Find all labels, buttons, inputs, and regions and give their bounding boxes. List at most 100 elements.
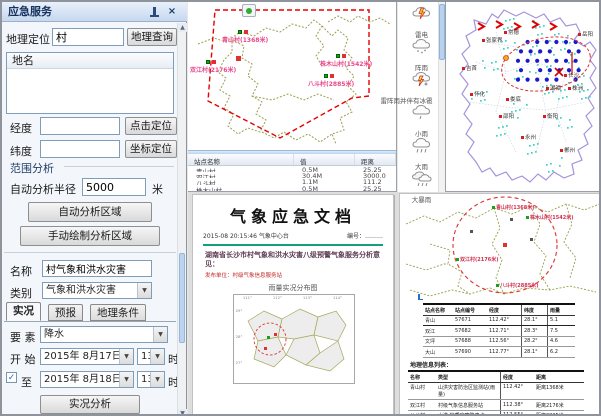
close-icon[interactable]: ×	[166, 6, 178, 18]
click-locate-button[interactable]: 点击定位	[125, 117, 177, 135]
city-label: 株洲	[568, 84, 583, 92]
document-page-1[interactable]: 气象应急文档 2015-08 20:15:46 气象中心台 编号：……… 湖南省…	[192, 194, 394, 416]
range-group-label: 范围分析	[10, 160, 54, 176]
auto-region-button[interactable]: 自动分析区域	[28, 202, 152, 222]
station-icon	[336, 54, 340, 58]
chevron-down-icon[interactable]: ▼	[119, 372, 133, 387]
tab-live[interactable]: 实况	[6, 302, 41, 321]
document-page-2[interactable]: 青山村(1368米)株木山村(1542米)双江村(2176米)八斗村(2885米…	[399, 193, 601, 416]
station-icon	[492, 206, 495, 209]
factor-label: 要 素	[10, 329, 36, 345]
city-dot-icon	[499, 115, 502, 118]
city-label: 娄底	[506, 95, 521, 103]
rainfall-figure: 111° 112° 113° 114° 29° 28° 27°	[233, 294, 355, 384]
chevron-down-icon[interactable]: ▼	[150, 349, 164, 364]
city-dot-icon	[578, 33, 581, 36]
station-label: 青山村(1368米)	[492, 204, 535, 211]
table-header: 站点名称站点编号经度纬度雨量	[423, 305, 575, 316]
manual-region-button[interactable]: 手动绘制分析区域	[20, 226, 160, 246]
tab-forecast[interactable]: 预报	[48, 304, 83, 321]
scrollbar-thumb[interactable]	[179, 253, 185, 343]
end-label: 至	[21, 374, 32, 390]
end-date-select[interactable]: 2015年 8月18日 ▼	[40, 371, 134, 388]
city-label: 湘潭	[546, 84, 561, 92]
thunder-icon	[410, 4, 433, 22]
radius-input[interactable]	[82, 178, 146, 196]
pin-icon[interactable]	[148, 6, 160, 18]
station-table[interactable]: 站点名称值距离青山村0.5M25.25双江村30.4M3000.0八斗村1.1M…	[188, 154, 396, 192]
coord-locate-button[interactable]: 坐标定位	[125, 140, 177, 158]
city-label-layer: 张家界吉首怀化常德岳阳长沙湘潭株洲娄底邵阳衡阳永州郴州	[446, 2, 601, 192]
table-row[interactable]: 株木山村0.5M25.25	[188, 185, 396, 191]
table-row: 双江村村级气象信息服务站112.38°距离2176米	[408, 400, 584, 411]
shower-icon	[410, 37, 433, 55]
city-dot-icon	[546, 87, 549, 90]
geolocate-label: 地理定位	[6, 31, 50, 47]
panel-scrollbar[interactable]: ▲ ▼	[177, 23, 186, 416]
city-label: 怀化	[470, 90, 485, 98]
chevron-down-icon[interactable]: ▼	[137, 283, 151, 298]
place-list[interactable]: 地名	[6, 52, 174, 114]
table-header: 名称类型经度距离	[408, 372, 584, 383]
alert-icon	[244, 30, 248, 34]
app-window: 应急服务 × 地理定位 地理查询 地名 经度 点击定位 纬度 坐标定位 范围分析…	[0, 0, 601, 416]
scrollbar-thumb[interactable]	[439, 4, 445, 60]
analysis-map[interactable]: 青山村(1368米)双江村(2176米)八斗村(2885米)株木山村(1542米…	[188, 2, 397, 192]
geolocate-input[interactable]	[52, 28, 124, 46]
scroll-down-icon[interactable]: ▼	[178, 409, 187, 416]
station-label: 八斗村(2885米)	[308, 79, 354, 88]
doc-datetime: 2015-08 20:15:46 气象中心台	[203, 231, 289, 240]
place-list-header: 地名	[7, 53, 173, 69]
scroll-up-icon[interactable]: ▲	[178, 23, 187, 32]
table-row: 八斗村山洪·地质灾害隐患点112.55°距离2885米	[408, 411, 584, 416]
radius-unit: 米	[152, 181, 163, 197]
city-dot-icon	[564, 74, 567, 77]
station-layer: 青山村(1368米)双江村(2176米)八斗村(2885米)株木山村(1542米…	[188, 2, 397, 150]
station-icon	[206, 60, 210, 64]
city-dot-icon	[462, 67, 465, 70]
station-icon	[496, 284, 499, 287]
city-label: 岳阳	[578, 30, 593, 38]
weather-label: 大暴雨	[412, 194, 432, 204]
geo-info-note: 地理信息列表：	[410, 360, 452, 369]
doc-paragraph: 湖南省长沙市村气象和洪水灾害八级预警气象服务分析意见：	[205, 251, 383, 269]
chevron-down-icon[interactable]: ▼	[153, 327, 167, 342]
city-dot-icon	[482, 39, 485, 42]
station-icon	[456, 258, 459, 261]
name-input[interactable]	[42, 260, 152, 277]
city-label: 吉首	[462, 64, 477, 72]
station-label: 双江村(2176米)	[456, 256, 499, 263]
latitude-input[interactable]	[40, 140, 120, 158]
end-hour-select[interactable]: 13 ▼	[137, 371, 165, 388]
figure-caption: 雨量实况分布图	[193, 283, 393, 293]
city-label: 张家界	[482, 36, 503, 44]
station-label: 双江村(2176米)	[190, 65, 236, 74]
weather-symbol-list[interactable]: 雷电阵雨雷阵雨并伴有冰雹小雨大雨大暴雨	[398, 2, 446, 192]
city-dot-icon	[470, 93, 473, 96]
station-info-table: 站点名称站点编号经度纬度雨量青山57671112.42°28.1°5.1双江57…	[423, 303, 575, 358]
tab-geo-condition[interactable]: 地理条件	[90, 304, 146, 321]
chevron-down-icon[interactable]: ▼	[150, 372, 164, 387]
category-select[interactable]: 气象和洪水灾害 ▼	[42, 282, 152, 299]
station-label: 青山村(1368米)	[222, 35, 268, 44]
anchor-icon	[418, 294, 423, 300]
end-time-checkbox[interactable]: ✓	[6, 372, 17, 383]
station-label: 株木山村(1542米)	[526, 214, 574, 221]
start-hour-select[interactable]: 13 ▼	[137, 348, 165, 365]
factor-select[interactable]: 降水 ▼	[40, 326, 168, 343]
city-label: 常德	[504, 28, 519, 36]
start-date-select[interactable]: 2015年 8月17日 ▼	[40, 348, 134, 365]
rainstorm-icon	[410, 169, 433, 187]
table-row: 青山村山洪灾害防治区监测站(雨量)112.42°距离1368米	[408, 383, 584, 401]
run-analysis-button[interactable]: 实况分析	[40, 395, 140, 414]
chevron-down-icon[interactable]: ▼	[119, 349, 133, 364]
city-dot-icon	[568, 87, 571, 90]
longitude-input[interactable]	[40, 117, 120, 135]
city-label: 长沙	[564, 71, 579, 79]
province-map[interactable]: 张家界吉首怀化常德岳阳长沙湘潭株洲娄底邵阳衡阳永州郴州	[446, 2, 601, 192]
table-row: 青山57671112.42°28.1°5.1	[423, 316, 575, 327]
weather-scrollbar[interactable]	[438, 2, 445, 192]
city-label: 郴州	[560, 146, 575, 154]
city-dot-icon	[521, 136, 524, 139]
geo-query-button[interactable]: 地理查询	[127, 28, 177, 46]
